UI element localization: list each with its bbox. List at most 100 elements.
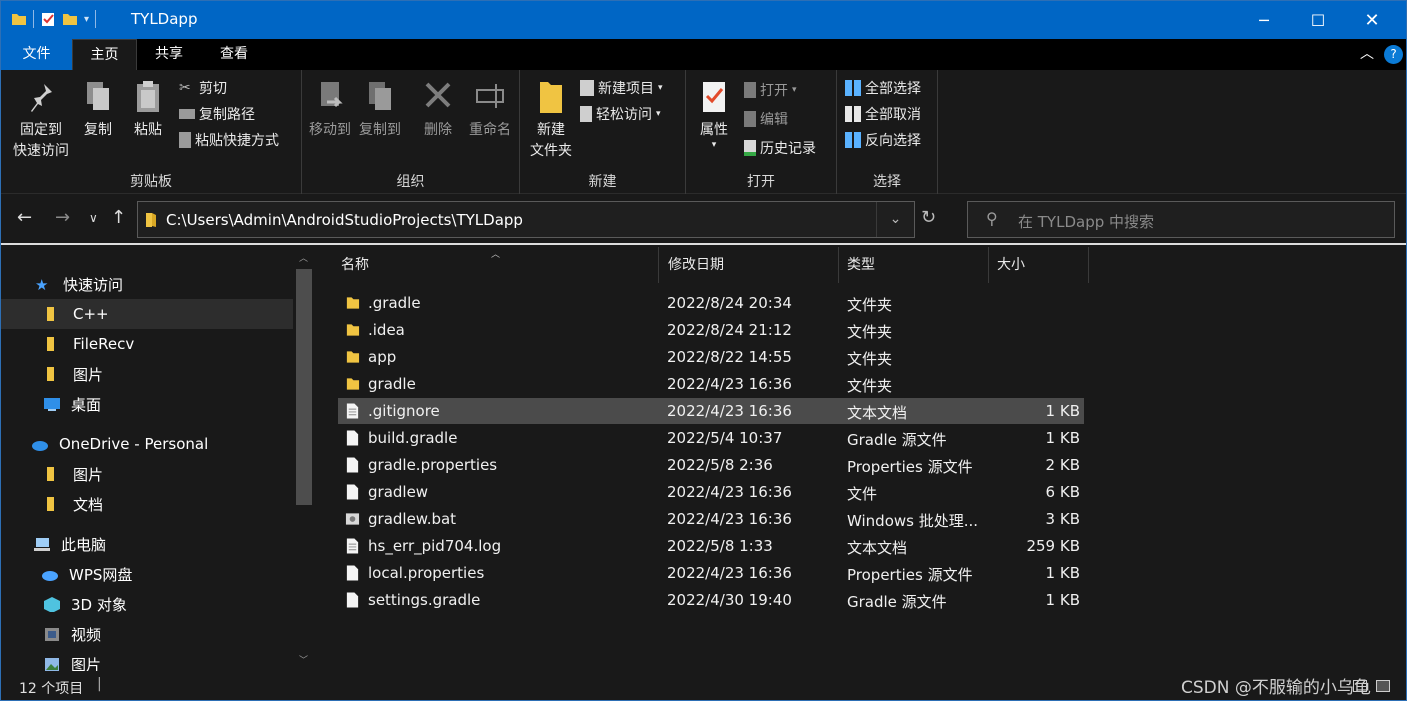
clipboard-group-label: 剪贴板 (130, 174, 172, 190)
nav-item-filerecv[interactable]: FileRecv (1, 329, 293, 359)
properties-label: 属性 (700, 122, 728, 138)
table-row[interactable]: gradlew 2022/4/23 16:36 文件 6 KB (338, 479, 1084, 505)
select-all-button[interactable]: 全部选择 (845, 78, 921, 98)
scroll-up-icon[interactable]: ︿ (299, 251, 308, 264)
nav-item-wps-drive[interactable]: WPS网盘 (1, 559, 293, 589)
properties-button[interactable]: 属性 ▾ (692, 78, 736, 150)
search-box[interactable]: ⚲ 在 TYLDapp 中搜索 (967, 201, 1395, 238)
forward-arrow-icon[interactable]: → (55, 207, 70, 228)
maximize-button[interactable]: ☐ (1291, 1, 1345, 39)
chevron-up-icon[interactable]: ︿ (1355, 39, 1379, 70)
table-row[interactable]: .idea 2022/8/24 21:12 文件夹 (338, 317, 1084, 343)
nav-item-desktop[interactable]: 桌面 (1, 389, 293, 419)
folder-icon (47, 307, 54, 321)
copy-icon (87, 82, 109, 110)
nav-item-cpp[interactable]: C++ (1, 299, 293, 329)
nav-item-onedrive-pictures[interactable]: 图片 (1, 459, 293, 489)
batch-file-icon (345, 513, 360, 525)
nav-label: 图片 (73, 465, 104, 484)
invert-selection-button[interactable]: 反向选择 (845, 130, 921, 150)
quick-access-toolbar: ▾ (11, 10, 97, 28)
recent-locations-chevron-icon[interactable]: ∨ (89, 211, 98, 225)
scroll-down-icon[interactable]: ﹀ (299, 653, 308, 666)
column-header-type[interactable]: 类型 (839, 247, 989, 283)
close-button[interactable]: ✕ (1345, 1, 1399, 39)
paste-button[interactable]: 粘贴 (127, 78, 169, 141)
table-row[interactable]: settings.gradle 2022/4/30 19:40 Gradle 源文件… (338, 587, 1084, 613)
file-icon (346, 457, 359, 473)
customize-toolbar-icon[interactable]: ▾ (84, 14, 89, 25)
up-arrow-icon[interactable]: ↑ (111, 207, 126, 228)
status-bar: 12 个项目 | CSDN @不服输的小乌龟 (1, 671, 1406, 700)
column-header-size[interactable]: 大小 (989, 247, 1089, 283)
navigation-pane-scrollbar[interactable]: ︿ ﹀ (293, 247, 315, 671)
address-path[interactable]: C:\Users\Admin\AndroidStudioProjects\TYL… (166, 211, 523, 229)
open-button[interactable]: 打开 ▾ (744, 80, 797, 100)
paste-label: 粘贴 (134, 122, 162, 138)
new-folder-button[interactable]: 新建 文件夹 (526, 78, 576, 162)
new-folder-label-2: 文件夹 (530, 143, 572, 159)
table-row[interactable]: gradle 2022/4/23 16:36 文件夹 (338, 371, 1084, 397)
easy-access-icon (580, 106, 592, 122)
column-header-name[interactable]: 名称 (333, 247, 659, 283)
nav-item-quick-access[interactable]: ★ 快速访问 (1, 269, 293, 299)
new-item-button[interactable]: 新建项目 ▾ (580, 78, 663, 98)
select-none-button[interactable]: 全部取消 (845, 104, 921, 124)
cut-button[interactable]: ✂ 剪切 (179, 78, 227, 98)
table-row[interactable]: hs_err_pid704.log 2022/5/8 1:33 文本文档 259 KB (338, 533, 1084, 559)
nav-item-videos[interactable]: 视频 (1, 619, 293, 649)
address-bar[interactable]: C:\Users\Admin\AndroidStudioProjects\TYL… (137, 201, 915, 238)
easy-access-button[interactable]: 轻松访问 ▾ (580, 104, 661, 124)
watermark-text: CSDN @不服输的小乌龟 (1181, 678, 1371, 698)
copy-button[interactable]: 复制 (77, 78, 119, 141)
copy-path-label: 复制路径 (199, 107, 255, 123)
nav-item-this-pc[interactable]: 此电脑 (1, 529, 293, 559)
chevron-down-icon[interactable]: ⌄ (876, 202, 914, 237)
table-row[interactable]: gradlew.bat 2022/4/23 16:36 Windows 批处理...… (338, 506, 1084, 532)
nav-item-onedrive-documents[interactable]: 文档 (1, 489, 293, 519)
large-icons-view-icon[interactable] (1376, 680, 1390, 692)
history-button[interactable]: 历史记录 (744, 138, 816, 158)
nav-item-pictures[interactable]: 图片 (1, 359, 293, 389)
table-row[interactable]: gradle.properties 2022/5/8 2:36 Properties… (338, 452, 1084, 478)
rename-button[interactable]: 重命名 (464, 78, 516, 141)
back-arrow-icon[interactable]: ← (17, 207, 32, 228)
nav-item-onedrive[interactable]: OneDrive - Personal (1, 429, 293, 459)
tab-file[interactable]: 文件 (1, 39, 72, 70)
help-icon[interactable]: ? (1384, 45, 1403, 64)
file-date: 2022/4/30 19:40 (667, 591, 792, 609)
column-header-date[interactable]: 修改日期 (660, 247, 839, 283)
nav-label: 此电脑 (61, 535, 107, 554)
table-row[interactable]: local.properties 2022/4/23 16:36 Propertie… (338, 560, 1084, 586)
scrollbar-thumb[interactable] (296, 269, 312, 505)
properties-icon[interactable] (40, 11, 56, 27)
table-row[interactable]: .gradle 2022/8/24 20:34 文件夹 (338, 290, 1084, 316)
move-to-button[interactable]: 移动到 (306, 78, 354, 141)
nav-item-3d-objects[interactable]: 3D 对象 (1, 589, 293, 619)
table-row[interactable]: .gitignore 2022/4/23 16:36 文本文档 1 KB (338, 398, 1084, 424)
desktop-icon (44, 398, 60, 411)
search-placeholder[interactable]: 在 TYLDapp 中搜索 (1018, 211, 1154, 232)
paste-shortcut-button[interactable]: 粘贴快捷方式 (179, 130, 279, 150)
details-view-icon[interactable] (1353, 680, 1367, 692)
new-folder-icon[interactable] (62, 11, 78, 27)
table-row[interactable]: build.gradle 2022/5/4 10:37 Gradle 源文件 1 KB (338, 425, 1084, 451)
edit-label: 编辑 (760, 112, 788, 128)
delete-button[interactable]: 删除 (414, 78, 462, 141)
select-group-label: 选择 (873, 174, 901, 190)
copy-path-button[interactable]: 复制路径 (179, 104, 255, 124)
edit-button[interactable]: 编辑 (744, 109, 788, 129)
folder-icon (346, 297, 360, 309)
refresh-icon[interactable]: ↻ (921, 207, 936, 228)
new-folder-label-1: 新建 (537, 122, 565, 138)
file-type: 文件 (847, 485, 878, 503)
table-row[interactable]: app 2022/8/22 14:55 文件夹 (338, 344, 1084, 370)
tab-view[interactable]: 查看 (206, 39, 262, 70)
copy-to-button[interactable]: 复制到 (356, 78, 404, 141)
pin-icon (31, 84, 52, 112)
pin-to-quick-access-button[interactable]: 固定到 快速访问 (7, 78, 75, 162)
minimize-button[interactable]: ─ (1237, 1, 1291, 39)
tab-share[interactable]: 共享 (141, 39, 197, 70)
folder-icon (346, 378, 360, 390)
tab-home[interactable]: 主页 (72, 39, 137, 70)
